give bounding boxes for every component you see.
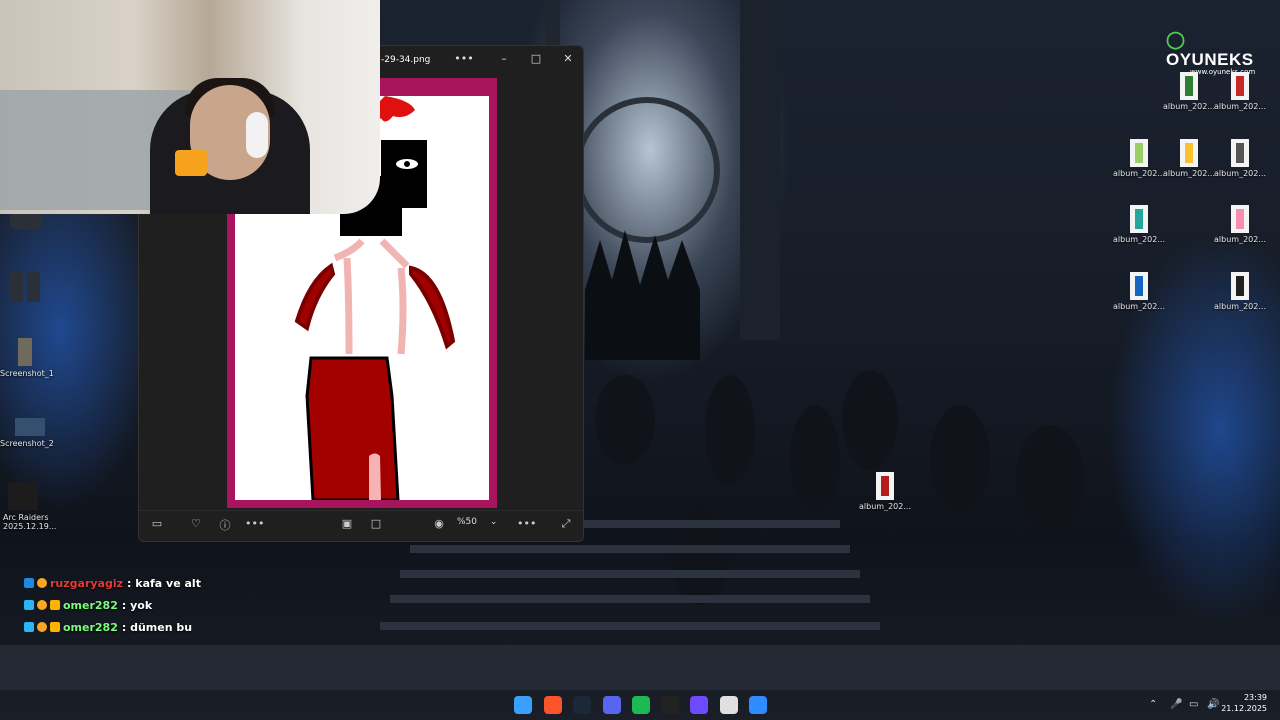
system-clock[interactable]: 23:39 21.12.2025 [1221,692,1267,714]
desktop-apps-icon[interactable] [10,272,40,302]
desktop-icon-album-6[interactable]: album_202... [1110,205,1168,244]
network-icon[interactable]: ▭ [1189,699,1198,710]
minimize-button[interactable]: – [493,52,515,70]
chat-badge-icon [37,578,47,588]
chat-message: omer282 : dümen bu [24,616,201,638]
chat-badge-icon [50,622,60,632]
steam-icon[interactable] [573,696,591,714]
desktop-icon-album-4[interactable]: album_202... [1160,139,1218,178]
webcam-overlay [0,0,380,214]
close-button[interactable]: ✕ [557,52,579,70]
chevron-up-icon[interactable]: ⌃ [1149,699,1157,710]
maximize-button[interactable]: □ [525,52,547,70]
chat-message: omer282 : yok [24,594,201,616]
oyuneks-logo: ◯ OYUNEKS www.oyuneks.com [1166,30,1266,76]
proton-icon[interactable] [690,696,708,714]
image-file-icon [15,418,45,436]
chat-message: ruzgaryagiz : kafa ve alt [24,572,201,594]
desktop-icon-screenshot-1[interactable]: Screenshot_1 [0,338,60,378]
brave-icon[interactable] [544,696,562,714]
chat-text: : yok [121,598,153,612]
zoom-level-dropdown[interactable]: %50 ⌄ [457,517,497,527]
desktop-icon-album-8[interactable]: album_202... [1110,272,1168,311]
desktop-icon-screenshot-2[interactable]: Screenshot_2 [0,418,60,448]
discord-icon[interactable] [603,696,621,714]
chat-badge-icon [50,600,60,610]
file-thumbnail-icon [876,472,894,500]
clock-date: 21.12.2025 [1221,704,1267,713]
crop-icon[interactable]: □ [367,517,385,530]
chat-text: : kafa ve alt [127,576,201,590]
desktop-icon-album-2[interactable]: album_202... [1211,72,1269,111]
chat-badge-icon [37,600,47,610]
window-filename: -29-34.png [381,55,431,65]
chat-username: omer282 [63,598,118,612]
desktop-icon-album-5[interactable]: album_202... [1211,139,1269,178]
stream-chat: ruzgaryagiz : kafa ve alt omer282 : yok … [24,572,201,638]
chat-badge-icon [37,622,47,632]
spotify-icon[interactable] [632,696,650,714]
visual-search-icon[interactable]: ▣ [338,517,356,530]
chat-text: : dümen bu [121,620,193,634]
chat-username: omer282 [63,620,118,634]
viewer-toolbar: ▭ ♡ ⓘ ••• ▣ □ ◉ %50 ⌄ ••• ⤢ [139,510,583,541]
more-options-button[interactable]: ••• [245,517,264,530]
image-file-icon [18,338,32,366]
github-icon[interactable] [661,696,679,714]
more-options-button[interactable]: ••• [517,517,536,530]
chat-badge-icon [24,578,34,588]
file-thumbnail-icon [1231,205,1249,233]
desktop-icon-album-9[interactable]: album_202... [1211,272,1269,311]
file-thumbnail-icon [1180,72,1198,100]
desktop-icon-album-1[interactable]: album_202... [1160,72,1218,111]
clock-time: 23:39 [1243,693,1267,702]
file-thumbnail-icon [1130,272,1148,300]
file-thumbnail-icon [1231,139,1249,167]
settings-icon[interactable] [720,696,738,714]
game-shortcut-icon [8,482,38,510]
chat-username: ruzgaryagiz [50,576,124,590]
microphone-icon[interactable]: 🎤 [1170,699,1182,710]
desktop-icon-arc-raiders[interactable]: Arc Raiders 2025.12.19... [3,482,63,531]
zoom-level: %50 [457,517,478,527]
chevron-down-icon: ⌄ [489,517,498,527]
chat-badge-icon [24,622,34,632]
more-options-button[interactable]: ••• [453,52,475,70]
favorite-heart-icon[interactable]: ♡ [187,517,205,530]
desktop-icon-album-10[interactable]: album_202... [856,472,914,511]
fit-to-window-icon[interactable]: ◉ [430,517,448,530]
windows-start-icon[interactable] [514,696,532,714]
fullscreen-icon[interactable]: ⤢ [557,517,575,531]
desktop-icon-album-7[interactable]: album_202... [1211,205,1269,244]
file-thumbnail-icon [1130,139,1148,167]
info-icon[interactable]: ⓘ [216,517,234,533]
filmstrip-icon[interactable]: ▭ [148,517,166,530]
brand-name: OYUNEKS [1166,50,1254,69]
file-thumbnail-icon [1180,139,1198,167]
chat-badge-icon [24,600,34,610]
file-thumbnail-icon [1130,205,1148,233]
file-thumbnail-icon [1231,72,1249,100]
photos-icon[interactable] [749,696,767,714]
file-thumbnail-icon [1231,272,1249,300]
volume-icon[interactable]: 🔊 [1207,699,1219,710]
